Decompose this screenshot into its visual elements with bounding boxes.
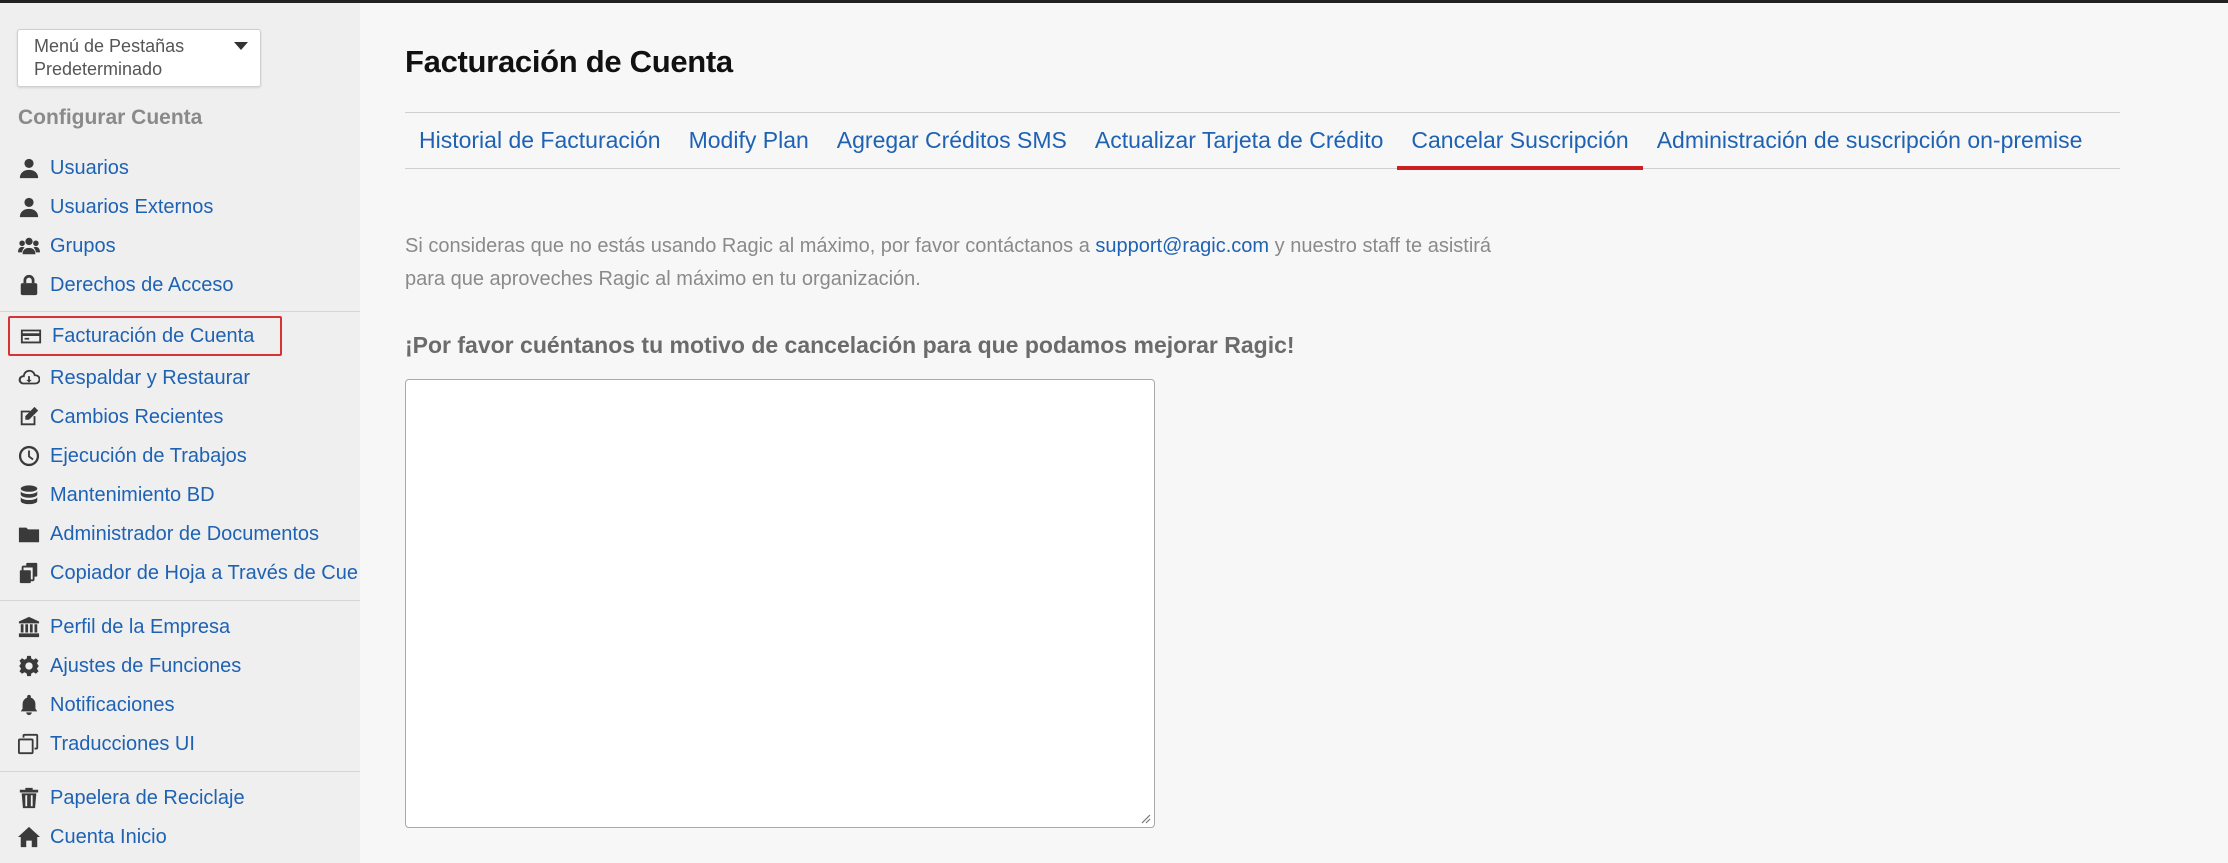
intro-text: Si consideras que no estás usando Ragic … [405,230,1505,296]
tab-administracion-on-premise[interactable]: Administración de suscripción on-premise [1643,113,2097,168]
tab-actualizar-tarjeta[interactable]: Actualizar Tarjeta de Crédito [1081,113,1398,168]
gear-icon [16,653,42,679]
sidebar-divider [0,311,360,312]
folder-icon [16,521,42,547]
edit-icon [16,404,42,430]
sidebar-item-label: Papelera de Reciclaje [50,786,245,809]
sidebar-item-label: Traducciones UI [50,732,195,755]
caret-down-icon [234,42,248,50]
sidebar-item-papelera-de-reciclaje[interactable]: Papelera de Reciclaje [16,783,360,813]
cancellation-prompt: ¡Por favor cuéntanos tu motivo de cancel… [405,332,1295,358]
user-icon [16,194,42,220]
sidebar-item-label: Usuarios [50,156,129,179]
tab-historial-de-facturacion[interactable]: Historial de Facturación [405,113,675,168]
sidebar-item-label: Ejecución de Trabajos [50,444,247,467]
sidebar-item-mantenimiento-bd[interactable]: Mantenimiento BD [16,480,360,510]
sidebar-item-perfil-de-la-empresa[interactable]: Perfil de la Empresa [16,612,360,642]
sidebar-item-derechos-de-acceso[interactable]: Derechos de Acceso [16,270,360,300]
bank-icon [16,614,42,640]
sidebar-item-label: Facturación de Cuenta [52,324,255,347]
sidebar-item-copiador-de-hoja[interactable]: Copiador de Hoja a Través de Cue [16,558,360,588]
cancellation-reason-textarea[interactable] [405,379,1155,828]
sidebar-item-label: Cuenta Inicio [50,825,167,848]
clock-icon [16,443,42,469]
tab-menu-label: Menú de Pestañas Predeterminado [34,36,185,79]
database-icon [16,482,42,508]
users-icon [16,233,42,259]
page-title: Facturación de Cuenta [405,44,733,79]
sidebar-item-label: Mantenimiento BD [50,483,215,506]
user-icon [16,155,42,181]
sidebar-item-label: Ajustes de Funciones [50,654,242,677]
sidebar-item-label: Respaldar y Restaurar [50,366,251,389]
sidebar-item-cuenta-inicio[interactable]: Cuenta Inicio [16,822,360,852]
copy-sheets-icon [16,560,42,586]
sidebar-item-label: Usuarios Externos [50,195,214,218]
sidebar-item-ejecucion-de-trabajos[interactable]: Ejecución de Trabajos [16,441,360,471]
sidebar: Menú de Pestañas Predeterminado Configur… [0,3,360,863]
sidebar-item-traducciones-ui[interactable]: Traducciones UI [16,729,360,759]
tab-menu-dropdown[interactable]: Menú de Pestañas Predeterminado [17,29,261,87]
resize-handle-icon[interactable] [1139,812,1151,824]
home-icon [16,824,42,850]
sidebar-item-label: Grupos [50,234,116,257]
sidebar-divider [0,600,360,601]
sidebar-item-grupos[interactable]: Grupos [16,231,360,261]
sidebar-item-notificaciones[interactable]: Notificaciones [16,690,360,720]
sidebar-item-label: Cambios Recientes [50,405,224,428]
sidebar-item-facturacion-de-cuenta[interactable]: Facturación de Cuenta [8,316,282,356]
section-title: Configurar Cuenta [18,106,203,129]
credit-card-icon [18,323,44,349]
sidebar-item-label: Administrador de Documentos [50,522,320,545]
sidebar-item-label: Derechos de Acceso [50,273,234,296]
sidebar-item-usuarios-externos[interactable]: Usuarios Externos [16,192,360,222]
intro-text-start: Si consideras que no estás usando Ragic … [405,235,1096,257]
lock-icon [16,272,42,298]
sidebar-item-cambios-recientes[interactable]: Cambios Recientes [16,402,360,432]
bell-icon [16,692,42,718]
sidebar-divider [0,771,360,772]
cloud-download-icon [16,365,42,391]
tab-agregar-creditos-sms[interactable]: Agregar Créditos SMS [823,113,1081,168]
translate-icon [16,731,42,757]
sidebar-item-usuarios[interactable]: Usuarios [16,153,360,183]
billing-tabs: Historial de Facturación Modify Plan Agr… [405,112,2120,170]
tab-modify-plan[interactable]: Modify Plan [675,113,823,168]
sidebar-item-label: Perfil de la Empresa [50,615,231,638]
sidebar-item-ajustes-de-funciones[interactable]: Ajustes de Funciones [16,651,360,681]
support-email-link[interactable]: support@ragic.com [1095,235,1269,257]
tab-cancelar-suscripcion[interactable]: Cancelar Suscripción [1397,113,1644,170]
sidebar-item-label: Notificaciones [50,693,175,716]
sidebar-item-label: Copiador de Hoja a Través de Cue [50,561,358,584]
sidebar-item-respaldar-y-restaurar[interactable]: Respaldar y Restaurar [16,363,360,393]
sidebar-item-administrador-de-documentos[interactable]: Administrador de Documentos [16,519,360,549]
trash-icon [16,785,42,811]
